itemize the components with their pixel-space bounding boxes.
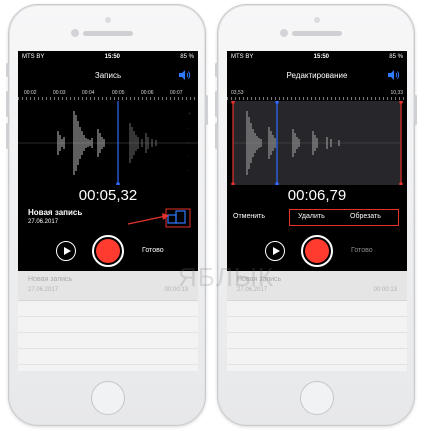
svg-text:-: - <box>188 167 190 172</box>
current-time: 00:05,32 <box>78 187 138 204</box>
trim-range-labels: 03,53 10,33 <box>227 87 407 100</box>
done-button[interactable]: Готово <box>142 247 164 254</box>
timeline-ticks <box>18 97 198 100</box>
timeline-label: 00:03 <box>53 90 66 96</box>
watermark: ЯБЛЫК <box>178 262 275 292</box>
range-end-label: 10,33 <box>390 90 403 96</box>
screen-recording: MTS BY 15:50 85 % Запись 00:02 00:03 00:… <box>18 51 198 371</box>
screen-editing: MTS BY 15:50 85 % Редактирование 03,53 1… <box>227 51 407 371</box>
battery-label: 85 % <box>180 54 194 60</box>
phone-left: MTS BY 15:50 85 % Запись 00:02 00:03 00:… <box>6 4 208 426</box>
waveform-graphic <box>231 101 403 185</box>
mute-switch <box>215 63 218 77</box>
cancel-button[interactable]: Отменить <box>233 213 265 220</box>
timeline-label: 00:02 <box>24 90 37 96</box>
record-icon[interactable] <box>92 235 124 267</box>
recording-date: 27.06.2017 <box>28 219 59 225</box>
speaker-icon[interactable] <box>178 69 192 81</box>
delete-button[interactable]: Удалить <box>298 213 325 220</box>
timeline-label: 00:05 <box>112 90 125 96</box>
status-bar: MTS BY 15:50 85 % <box>18 51 198 63</box>
trim-button[interactable]: Обрезать <box>350 213 381 220</box>
status-time: 15:50 <box>313 54 329 60</box>
arrow-annotation <box>127 213 169 225</box>
front-camera <box>71 29 79 37</box>
battery-label: 85 % <box>389 54 403 60</box>
volume-down-button <box>215 123 218 149</box>
carrier-label: MTS BY <box>22 54 45 60</box>
waveform[interactable]: + - - -- <box>18 101 198 185</box>
page-title: Запись <box>94 71 122 80</box>
earpiece-speaker <box>292 31 342 36</box>
phone-right: MTS BY 15:50 85 % Редактирование 03,53 1… <box>215 4 417 426</box>
list-empty-rows <box>227 301 407 371</box>
list-item[interactable]: Новая запись 27.06.2017 00:00:13 <box>18 271 198 301</box>
earpiece-speaker <box>83 31 133 36</box>
svg-text:-: - <box>188 153 190 158</box>
waveform[interactable] <box>227 101 407 185</box>
sensor <box>314 17 320 23</box>
home-button <box>91 381 125 415</box>
volume-up-button <box>215 91 218 117</box>
power-button <box>205 95 208 125</box>
waveform-graphic: +-- -- <box>18 101 198 185</box>
page-title: Редактирование <box>286 71 348 80</box>
list-empty-rows <box>18 301 198 371</box>
timeline-label: 00:07 <box>170 90 183 96</box>
volume-down-button <box>6 123 9 149</box>
delete-trim-group: Удалить Обрезать <box>289 209 399 226</box>
playback-controls: Готово <box>18 233 198 269</box>
status-bar: MTS BY 15:50 85 % <box>227 51 407 63</box>
speaker-icon[interactable] <box>387 69 401 81</box>
carrier-label: MTS BY <box>231 54 254 60</box>
range-start-label: 03,53 <box>231 90 244 96</box>
play-icon[interactable] <box>265 241 285 261</box>
timeline-ticks <box>227 97 407 100</box>
record-icon[interactable] <box>301 235 333 267</box>
done-button[interactable]: Готово <box>351 247 373 254</box>
recordings-list: Новая запись 27.06.2017 00:00:13 <box>18 271 198 371</box>
play-icon[interactable] <box>56 241 76 261</box>
sensor <box>105 17 111 23</box>
list-item-date: 27.06.2017 <box>28 287 59 293</box>
volume-up-button <box>6 91 9 117</box>
front-camera <box>280 29 288 37</box>
recording-name[interactable]: Новая запись <box>28 208 82 217</box>
list-item-duration: 00:00:13 <box>373 287 397 293</box>
svg-text:-: - <box>188 125 190 130</box>
power-button <box>414 95 417 125</box>
svg-text:+: + <box>188 111 191 116</box>
status-time: 15:50 <box>104 54 120 60</box>
home-button <box>300 381 334 415</box>
mute-switch <box>6 63 9 77</box>
list-item-title: Новая запись <box>28 276 73 283</box>
timeline-ruler: 00:02 00:03 00:04 00:05 00:06 00:07 <box>18 87 198 100</box>
timeline-label: 00:04 <box>82 90 95 96</box>
current-time: 00:06,79 <box>287 187 347 204</box>
timeline-label: 00:06 <box>141 90 154 96</box>
edit-toolbar: Отменить Удалить Обрезать <box>227 209 407 227</box>
